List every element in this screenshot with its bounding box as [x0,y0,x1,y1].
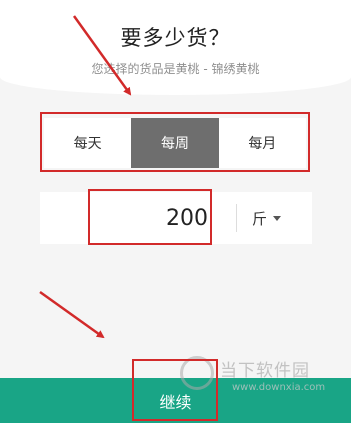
watermark-url: www.downxia.com [232,382,326,393]
unit-dropdown[interactable]: 斤 [252,192,282,244]
selected-goods-text: 您选择的货品是黄桃 - 锦绣黄桃 [91,62,260,76]
annotation-box-frequency [40,112,310,172]
annotation-box-continue [132,359,218,421]
annotation-arrow-bottom [39,290,105,339]
watermark-text: 当下软件园 [220,361,310,381]
header-panel: 要多少货？ 您选择的货品是黄桃 - 锦绣黄桃 [0,0,351,95]
divider [236,204,237,232]
unit-label: 斤 [252,209,268,228]
dropdown-caret-icon [273,215,282,221]
page-title: 要多少货？ [120,26,231,50]
annotation-box-quantity [88,189,212,245]
